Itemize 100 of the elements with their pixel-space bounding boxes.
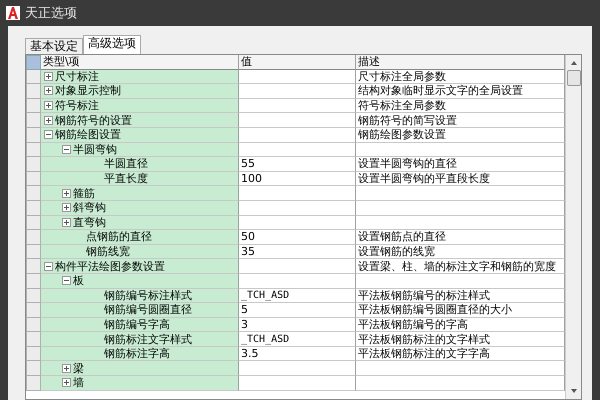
- tree-item[interactable]: 钢筋编号字高: [41, 318, 239, 332]
- vertical-scrollbar[interactable]: [565, 55, 581, 399]
- tree-item[interactable]: 钢筋编号圆圈直径: [41, 303, 239, 318]
- tree-item[interactable]: 对象显示控制: [41, 84, 239, 99]
- value-cell[interactable]: [239, 84, 356, 99]
- expand-icon[interactable]: [44, 86, 53, 96]
- row-header[interactable]: [26, 288, 41, 304]
- item-name: 对象显示控制: [55, 84, 121, 98]
- row-header[interactable]: [26, 303, 41, 318]
- item-name: 半圆直径: [104, 157, 148, 170]
- description-cell: 平法板钢筋编号圆圈直径的大小: [356, 303, 565, 318]
- scrollbar-thumb[interactable]: [566, 70, 580, 86]
- tree-item[interactable]: 钢筋编号标注样式: [41, 288, 239, 304]
- value-cell[interactable]: _TCH_ASD: [239, 332, 356, 347]
- tree-item[interactable]: 符号标注: [41, 98, 239, 114]
- description-cell: 设置半圆弯钩的平直段长度: [356, 172, 565, 186]
- value-cell[interactable]: [239, 70, 356, 84]
- expand-icon[interactable]: [62, 378, 71, 388]
- value-cell[interactable]: 50: [239, 230, 356, 245]
- item-name: 板: [73, 274, 84, 288]
- item-name: 构件平法绘图参数设置: [55, 260, 165, 273]
- item-name: 梁: [73, 362, 84, 375]
- value-cell[interactable]: [239, 216, 356, 230]
- item-name: 斜弯钩: [73, 201, 106, 214]
- item-name: 直弯钩: [73, 216, 106, 229]
- value-cell[interactable]: [239, 113, 356, 128]
- description-cell: 钢筋绘图参数设置: [356, 128, 565, 143]
- row-header[interactable]: [26, 376, 41, 391]
- row-header[interactable]: [26, 186, 41, 201]
- tree-item[interactable]: 平直长度: [41, 172, 239, 186]
- tab[interactable]: 高级选项: [83, 35, 141, 54]
- row-header[interactable]: [26, 172, 41, 186]
- item-name: 钢筋编号字高: [104, 318, 170, 331]
- value-cell[interactable]: [239, 186, 356, 201]
- expand-icon[interactable]: [44, 101, 53, 110]
- collapse-icon[interactable]: [44, 262, 53, 271]
- column-header[interactable]: 值: [239, 55, 356, 70]
- expand-icon[interactable]: [62, 218, 71, 227]
- value-cell[interactable]: [239, 128, 356, 143]
- value-cell[interactable]: [239, 200, 356, 216]
- value-cell[interactable]: [239, 142, 356, 158]
- value-cell[interactable]: [239, 98, 356, 114]
- tab[interactable]: 基本设定: [25, 38, 83, 54]
- tree-item[interactable]: 直弯钩: [41, 216, 239, 230]
- tree-item[interactable]: 钢筋标注字高: [41, 346, 239, 362]
- row-header[interactable]: [26, 230, 41, 245]
- item-name: 墙: [73, 376, 84, 390]
- item-name: 点钢筋的直径: [86, 230, 152, 244]
- row-header[interactable]: [26, 200, 41, 216]
- tree-item[interactable]: 钢筋标注文字样式: [41, 332, 239, 347]
- value-cell[interactable]: 35: [239, 244, 356, 260]
- tree-item[interactable]: 板: [41, 274, 239, 288]
- value-cell[interactable]: [239, 274, 356, 288]
- item-name: 钢筋标注文字样式: [104, 332, 192, 346]
- value-cell[interactable]: 3.5: [239, 346, 356, 362]
- tree-item[interactable]: 点钢筋的直径: [41, 230, 239, 245]
- value-cell[interactable]: _TCH_ASD: [239, 288, 356, 304]
- value-cell[interactable]: 3: [239, 318, 356, 332]
- collapse-icon[interactable]: [62, 144, 71, 154]
- row-header[interactable]: [26, 361, 41, 376]
- expand-icon[interactable]: [62, 203, 71, 212]
- tree-item[interactable]: 钢筋绘图设置: [41, 128, 239, 143]
- column-header[interactable]: 类型\项: [41, 55, 239, 70]
- scroll-up-icon[interactable]: [570, 59, 578, 67]
- row-header[interactable]: [26, 346, 41, 362]
- description-cell: 平法板钢筋标注的文字字高: [356, 346, 565, 362]
- value-cell[interactable]: [239, 361, 356, 376]
- description-cell: 尺寸标注全局参数: [356, 70, 565, 84]
- value-cell[interactable]: 5: [239, 303, 356, 318]
- description-cell: 结构对象临时显示文字的全局设置: [356, 84, 565, 99]
- tree-item[interactable]: 尺寸标注: [41, 70, 239, 84]
- tree-item[interactable]: 构件平法绘图参数设置: [41, 259, 239, 274]
- column-header[interactable]: 描述: [356, 55, 565, 70]
- value-cell[interactable]: [239, 259, 356, 274]
- tree-item[interactable]: 梁: [41, 361, 239, 376]
- tree-item[interactable]: 斜弯钩: [41, 200, 239, 216]
- row-header[interactable]: [26, 216, 41, 230]
- row-header[interactable]: [26, 318, 41, 332]
- row-header[interactable]: [26, 157, 41, 172]
- value-cell[interactable]: 100: [239, 172, 356, 186]
- collapse-icon[interactable]: [62, 276, 71, 286]
- value-cell[interactable]: 55: [239, 157, 356, 172]
- tree-item[interactable]: 钢筋线宽: [41, 244, 239, 260]
- value-cell[interactable]: [239, 376, 356, 391]
- description-cell: 平法板钢筋编号的字高: [356, 318, 565, 332]
- tree-item[interactable]: 半圆直径: [41, 157, 239, 172]
- scroll-down-icon[interactable]: [570, 387, 578, 395]
- row-header[interactable]: [26, 332, 41, 347]
- expand-icon[interactable]: [44, 116, 53, 125]
- item-name: 钢筋线宽: [86, 245, 130, 258]
- collapse-icon[interactable]: [44, 130, 53, 140]
- expand-icon[interactable]: [62, 364, 71, 373]
- item-name: 钢筋标注字高: [104, 347, 170, 360]
- tree-item[interactable]: 箍筋: [41, 186, 239, 201]
- tree-item[interactable]: 钢筋符号的设置: [41, 113, 239, 128]
- expand-icon[interactable]: [62, 188, 71, 198]
- description-cell: 设置半圆弯钩的直径: [356, 157, 565, 172]
- expand-icon[interactable]: [44, 72, 53, 81]
- tree-item[interactable]: 半圆弯钩: [41, 142, 239, 158]
- tree-item[interactable]: 墙: [41, 376, 239, 391]
